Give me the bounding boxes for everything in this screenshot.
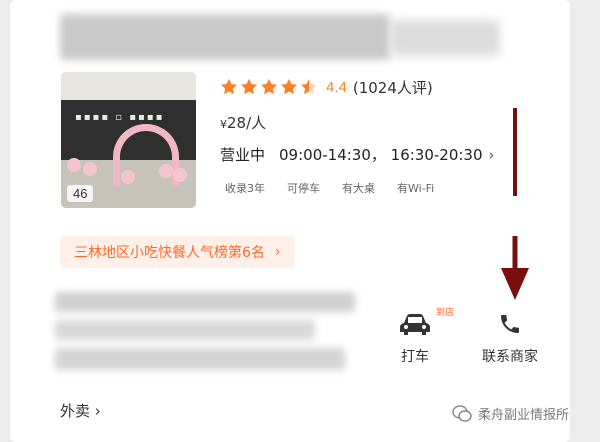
chevron-right-icon: › xyxy=(488,145,495,164)
phone-icon xyxy=(501,315,519,333)
chevron-right-icon: › xyxy=(94,402,101,420)
tag-item: 有Wi-Fi xyxy=(397,182,435,195)
store-photo[interactable]: ▪▪▪▪ ▫ ▪▪▪▪ 46 xyxy=(61,72,196,208)
chevron-right-icon: › xyxy=(274,244,281,260)
star-icon xyxy=(281,78,297,95)
rating-row: 4.4 (1024人评) xyxy=(220,76,433,98)
blurred-store-name xyxy=(60,14,500,60)
ranking-badge[interactable]: 三林地区小吃快餐人气榜第6名 › xyxy=(60,236,295,268)
ranking-text: 三林地区小吃快餐人气榜第6名 xyxy=(74,245,265,261)
car-icon xyxy=(400,314,430,335)
hours-text: 09:00-14:30， 16:30-20:30 xyxy=(279,146,483,164)
tag-item: 有大桌 xyxy=(342,182,375,195)
feature-tags: 收录3年 可停车 有大桌 有Wi-Fi xyxy=(225,180,434,196)
watermark: 柔舟副业情报所 xyxy=(452,404,569,423)
price-amount: 28/人 xyxy=(227,114,267,132)
taxi-label: 打车 xyxy=(401,349,429,365)
store-card xyxy=(10,0,570,442)
taxi-button[interactable]: 打车 xyxy=(398,312,432,366)
contact-merchant-button[interactable]: 联系商家 xyxy=(482,312,538,366)
review-count[interactable]: (1024人评) xyxy=(353,77,433,98)
watermark-text: 柔舟副业情报所 xyxy=(478,408,570,423)
contact-label: 联系商家 xyxy=(482,349,538,365)
star-icon xyxy=(221,78,237,95)
wechat-icon xyxy=(452,404,472,422)
star-icon xyxy=(241,78,257,95)
takeout-link[interactable]: 外卖 › xyxy=(60,400,101,421)
blurred-address xyxy=(55,292,355,374)
rating-score: 4.4 xyxy=(326,78,347,96)
tag-item: 可停车 xyxy=(287,182,320,195)
star-icon xyxy=(261,78,277,95)
half-star-icon xyxy=(301,78,317,95)
price-per-person: ¥28/人 xyxy=(220,112,266,133)
tag-item: 收录3年 xyxy=(225,182,265,195)
arrival-badge: 到店 xyxy=(436,308,455,318)
open-status: 营业中 xyxy=(220,146,266,164)
photo-count-badge: 46 xyxy=(67,185,94,202)
takeout-label: 外卖 xyxy=(60,402,91,420)
currency-symbol: ¥ xyxy=(220,118,227,131)
business-hours[interactable]: 营业中 09:00-14:30， 16:30-20:30 › xyxy=(220,144,495,165)
